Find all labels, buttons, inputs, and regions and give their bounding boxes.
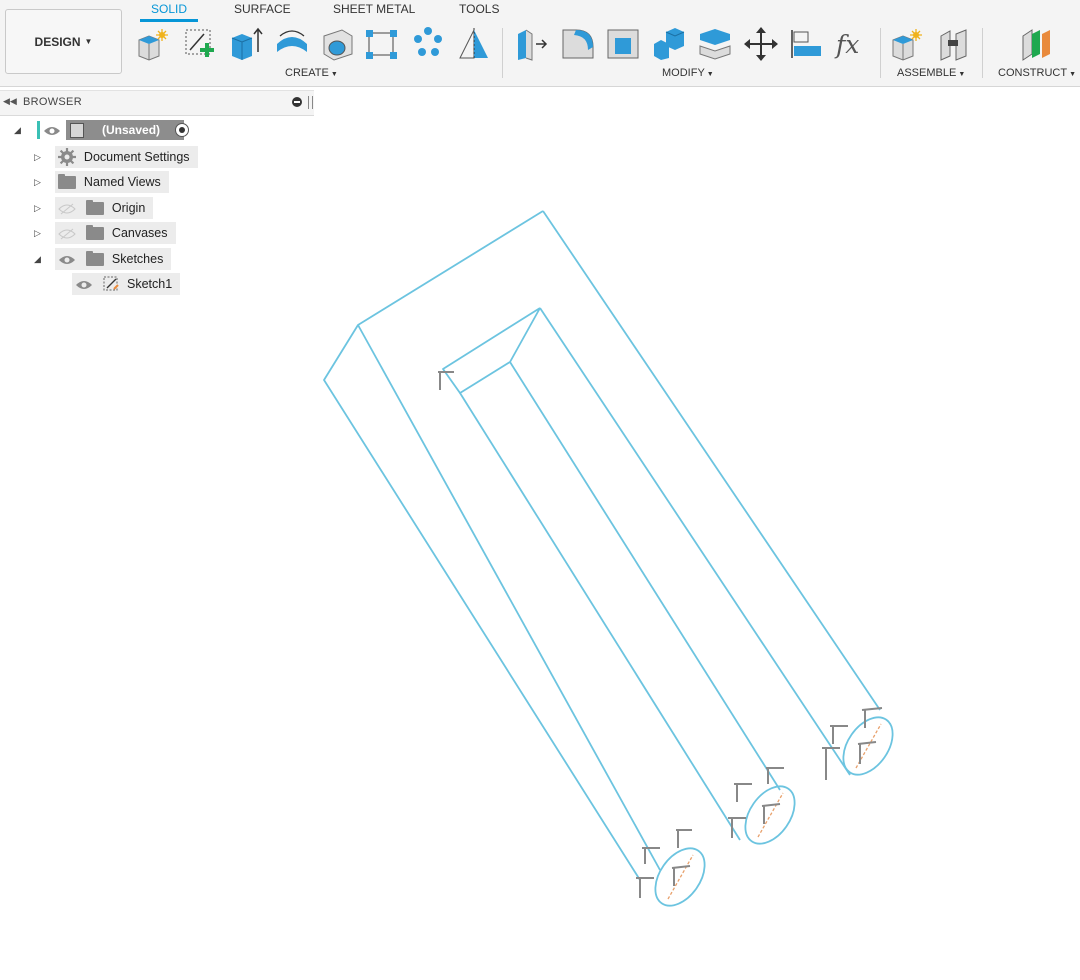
constraint-icon (830, 725, 848, 744)
constraint-icon (734, 783, 752, 802)
toolbar: DESIGN ▼ SOLID SURFACE SHEET METAL TOOLS… (0, 0, 1080, 87)
fillet-icon[interactable] (560, 26, 596, 62)
constraint-icon (822, 747, 840, 780)
u-shape-wireframe (323, 210, 894, 907)
combine-icon[interactable] (651, 26, 687, 62)
offset-plane-icon[interactable] (1020, 26, 1056, 62)
tab-surface[interactable]: SURFACE (234, 2, 291, 16)
constraint-icon (676, 829, 692, 848)
inner-bottom-edge (509, 361, 781, 791)
circular-pattern-icon[interactable] (410, 26, 446, 62)
constraint-icon (636, 877, 654, 898)
assemble-new-component-icon[interactable] (889, 26, 925, 62)
rectangular-pattern-icon[interactable] (364, 26, 400, 62)
new-component-icon[interactable] (135, 26, 171, 62)
construct-menu[interactable]: CONSTRUCT ▼ (998, 67, 1076, 79)
split-body-icon[interactable] (697, 26, 733, 62)
canvas-viewport[interactable] (0, 86, 1080, 980)
shell-icon[interactable] (605, 26, 641, 62)
create-menu-label: CREATE (285, 67, 329, 79)
workspace-label: DESIGN (34, 34, 81, 49)
extrude-icon[interactable] (228, 26, 264, 62)
sketch-constraints (438, 371, 883, 898)
create-sketch-icon[interactable] (182, 26, 218, 62)
center-lines (667, 723, 882, 900)
modify-menu[interactable]: MODIFY ▼ (662, 67, 714, 79)
hole-icon[interactable] (320, 26, 356, 62)
chevron-down-icon: ▼ (958, 71, 966, 78)
modify-menu-label: MODIFY (662, 67, 705, 79)
inner-top-face (442, 307, 541, 394)
create-menu[interactable]: CREATE ▼ (285, 67, 338, 79)
joint-icon[interactable] (936, 26, 972, 62)
inner-right-edge (539, 307, 851, 776)
outer-right-edge (542, 210, 881, 711)
chevron-down-icon: ▼ (1069, 71, 1076, 78)
chevron-down-icon: ▼ (330, 71, 338, 78)
workspace-switcher-button[interactable]: DESIGN ▼ (5, 9, 122, 74)
toolbar-divider (880, 28, 881, 78)
inner-left-edge (459, 392, 741, 841)
tab-tools[interactable]: TOOLS (459, 2, 499, 16)
tab-sheet-metal[interactable]: SHEET METAL (333, 2, 415, 16)
active-tab-indicator (140, 19, 198, 22)
chevron-down-icon: ▼ (84, 37, 93, 46)
toolbar-divider (502, 28, 503, 78)
toolbar-divider (982, 28, 983, 78)
press-pull-icon[interactable] (514, 26, 550, 62)
construct-menu-label: CONSTRUCT (998, 67, 1068, 79)
outer-edge (323, 210, 641, 881)
align-icon[interactable] (789, 26, 825, 62)
svg-text:fx: fx (834, 30, 859, 59)
revolve-icon[interactable] (274, 26, 310, 62)
tab-solid[interactable]: SOLID (151, 2, 187, 16)
chevron-down-icon: ▼ (706, 71, 714, 78)
outer-back-edge (357, 324, 661, 871)
constraint-icon (642, 847, 660, 864)
mirror-icon[interactable] (456, 26, 492, 62)
parameters-fx-icon[interactable]: fx (834, 26, 870, 62)
move-icon[interactable] (743, 26, 779, 62)
assemble-menu[interactable]: ASSEMBLE ▼ (897, 67, 965, 79)
constraint-icon (857, 741, 877, 764)
assemble-menu-label: ASSEMBLE (897, 67, 957, 79)
